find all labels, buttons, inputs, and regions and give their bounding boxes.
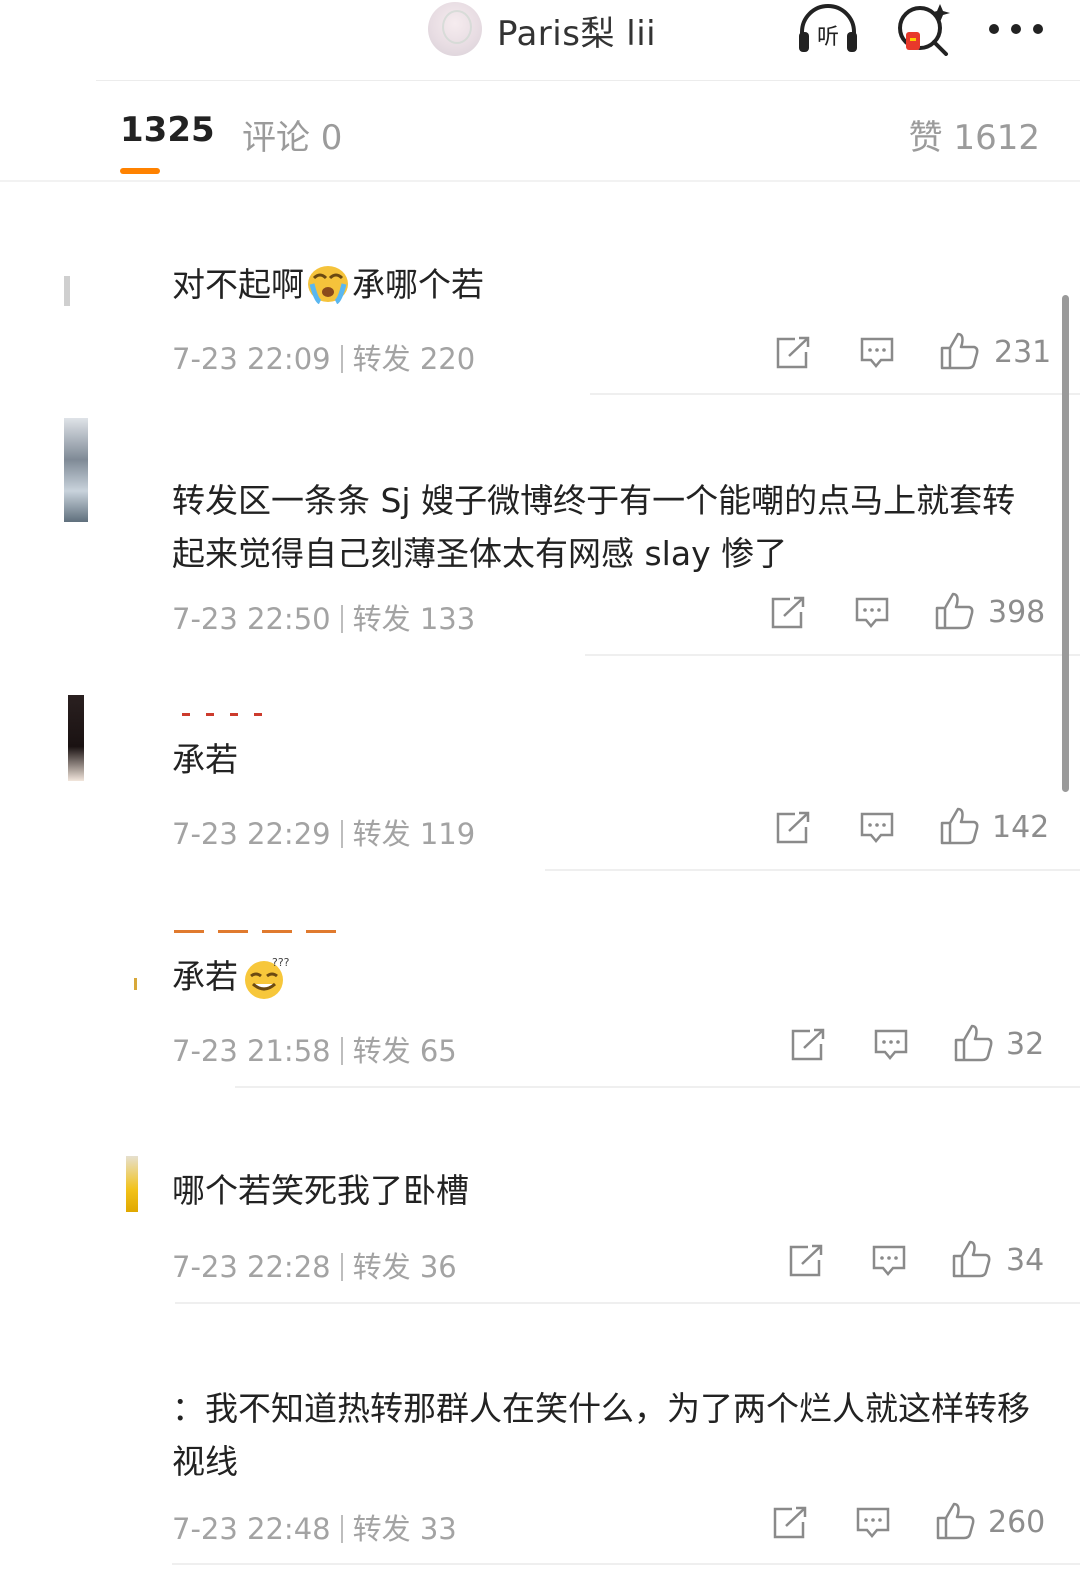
author-name[interactable]: Paris梨 lii: [497, 6, 656, 55]
like-icon[interactable]: [940, 807, 980, 845]
repost-time: 7-23 22:50: [172, 602, 331, 636]
like-icon[interactable]: [952, 1240, 992, 1278]
repost-count: 转发 220: [352, 342, 476, 376]
avatar[interactable]: [64, 276, 70, 306]
active-tab-indicator: [120, 168, 160, 174]
list-item[interactable]: 承若 ??? 7-23 21:58 转发 65 32: [0, 912, 1080, 1092]
like-count: 142: [992, 810, 1050, 845]
listen-label: 听: [817, 25, 839, 50]
search-sparkle-icon[interactable]: [892, 2, 956, 56]
repost-meta: 7-23 22:50 转发 133: [172, 596, 475, 638]
share-icon[interactable]: [775, 336, 811, 370]
repost-meta: 7-23 22:28 转发 36: [172, 1244, 457, 1286]
comment-icon[interactable]: [859, 811, 895, 845]
tab-bar: 1325 评论 0 赞 1612: [0, 80, 1080, 182]
like-count: 260: [988, 1505, 1046, 1540]
comment-icon[interactable]: [859, 336, 895, 370]
like-count: 34: [1006, 1243, 1045, 1278]
like-icon[interactable]: [940, 332, 980, 370]
tab-reposts[interactable]: 1325: [120, 110, 215, 150]
item-divider: [545, 869, 1080, 871]
repost-text: 转发区一条条 Sj 嫂子微博终于有一个能嘲的点马上就套转起来觉得自己刻薄圣体太有…: [172, 481, 1016, 573]
repost-text: 哪个若笑死我了卧槽: [172, 1171, 469, 1210]
scrollbar[interactable]: [1062, 295, 1069, 792]
avatar[interactable]: [68, 695, 84, 781]
cropped-username: [182, 713, 272, 716]
repost-meta: 7-23 22:48 转发 33: [172, 1506, 457, 1548]
tab-comments[interactable]: 评论 0: [242, 110, 342, 159]
list-item[interactable]: 转发区一条条 Sj 嫂子微博终于有一个能嘲的点马上就套转起来觉得自己刻薄圣体太有…: [0, 418, 1080, 658]
item-divider: [175, 1302, 1080, 1304]
top-bar: Paris梨 lii 听: [0, 0, 1080, 81]
repost-text: 对不起啊 承哪个若: [172, 264, 484, 305]
like-count: 398: [988, 595, 1046, 630]
like-icon[interactable]: [936, 1502, 976, 1540]
share-icon[interactable]: [788, 1244, 824, 1278]
repost-text: ：我不知道热转那群人在笑什么，为了两个烂人就这样转移视线: [172, 1389, 1030, 1481]
share-icon[interactable]: [772, 1506, 808, 1540]
repost-count: 转发 33: [352, 1512, 457, 1546]
share-icon[interactable]: [775, 811, 811, 845]
item-divider: [590, 393, 1080, 395]
repost-meta: 7-23 22:09 转发 220: [172, 336, 475, 378]
like-count: 231: [994, 335, 1052, 370]
repost-time: 7-23 21:58: [172, 1034, 331, 1068]
headphones-listen-icon[interactable]: 听: [796, 2, 860, 56]
comment-icon[interactable]: [854, 596, 890, 630]
like-count: 32: [1006, 1027, 1045, 1062]
list-item[interactable]: 哪个若笑死我了卧槽 7-23 22:28 转发 36 34: [0, 1140, 1080, 1310]
cropped-username: [174, 930, 350, 933]
repost-time: 7-23 22:29: [172, 817, 331, 851]
repost-text: 承若: [172, 740, 238, 779]
item-divider: [172, 1563, 1080, 1565]
avatar[interactable]: [126, 1156, 138, 1212]
like-icon[interactable]: [935, 592, 975, 630]
author-avatar[interactable]: [428, 2, 482, 56]
item-divider: [235, 1086, 1080, 1088]
list-item[interactable]: ：我不知道热转那群人在笑什么，为了两个烂人就这样转移视线 7-23 22:48 转…: [0, 1370, 1080, 1573]
repost-count: 转发 133: [352, 602, 476, 636]
svg-text:???: ???: [272, 956, 290, 969]
more-icon[interactable]: [986, 2, 1046, 56]
comment-icon[interactable]: [873, 1028, 909, 1062]
repost-time: 7-23 22:09: [172, 342, 331, 376]
like-icon[interactable]: [954, 1024, 994, 1062]
comment-icon[interactable]: [871, 1244, 907, 1278]
list-item[interactable]: 对不起啊 承哪个若 7-23 22:09 转发 220 231: [0, 240, 1080, 400]
repost-count: 转发 65: [352, 1034, 457, 1068]
repost-text: 承若 ???: [172, 950, 1032, 1003]
list-item[interactable]: 承若 7-23 22:29 转发 119 142: [0, 695, 1080, 875]
avatar[interactable]: [64, 418, 88, 522]
share-icon[interactable]: [790, 1028, 826, 1062]
repost-time: 7-23 22:48: [172, 1512, 331, 1546]
repost-time: 7-23 22:28: [172, 1250, 331, 1284]
repost-meta: 7-23 22:29 转发 119: [172, 811, 475, 853]
tab-likes[interactable]: 赞 1612: [909, 110, 1040, 159]
comment-icon[interactable]: [855, 1506, 891, 1540]
repost-meta: 7-23 21:58 转发 65: [172, 1028, 457, 1070]
repost-count: 转发 36: [352, 1250, 457, 1284]
crying-face-emoji: [306, 264, 350, 305]
dizzy-grin-emoji: ???: [240, 954, 290, 1000]
share-icon[interactable]: [770, 596, 806, 630]
avatar[interactable]: [134, 978, 137, 990]
tab-divider: [0, 180, 1080, 182]
repost-count: 转发 119: [352, 817, 476, 851]
item-divider: [585, 654, 1080, 656]
